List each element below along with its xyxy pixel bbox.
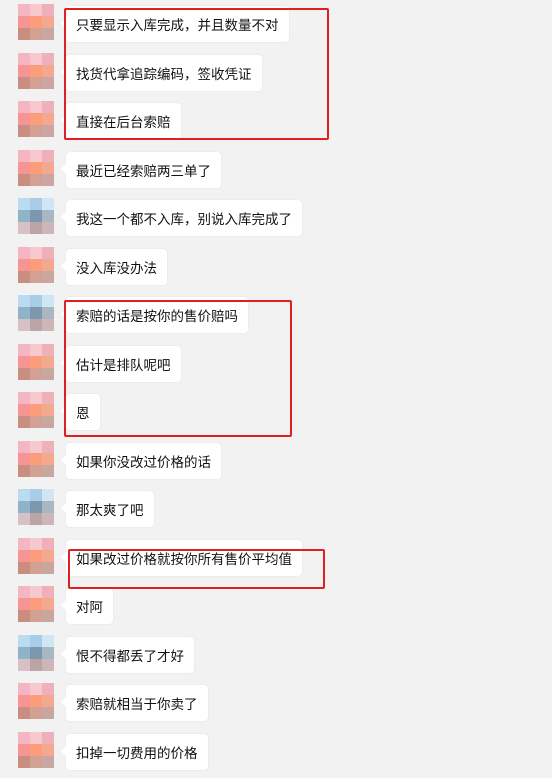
avatar[interactable] (18, 440, 54, 477)
avatar[interactable] (18, 4, 54, 40)
avatar[interactable] (18, 586, 54, 622)
message-bubble[interactable]: 恩 (61, 394, 100, 430)
message-row: 如果改过价格就按你所有售价平均值 (0, 536, 552, 584)
message-row: 恨不得都丢了才好 (0, 633, 552, 681)
message-bubble[interactable]: 那太爽了吧 (61, 491, 154, 527)
message-bubble[interactable]: 直接在后台索赔 (61, 103, 181, 139)
avatar[interactable] (18, 198, 54, 234)
avatar[interactable] (18, 101, 54, 137)
avatar[interactable] (18, 246, 54, 283)
avatar[interactable] (18, 149, 54, 186)
avatar[interactable] (18, 537, 54, 574)
message-row: 我这一个都不入库，别说入库完成了 (0, 196, 552, 244)
message-row: 找货代拿追踪编码，签收凭证 (0, 51, 552, 99)
message-row: 对阿 (0, 584, 552, 632)
avatar[interactable] (18, 489, 54, 525)
avatar[interactable] (18, 634, 54, 671)
chat-message-list[interactable]: 只要显示入库完成，并且数量不对 找货代拿追踪编码，签收凭证 直接在后台索赔最近已经索… (0, 0, 552, 771)
message-row: 恩 (0, 390, 552, 438)
message-bubble[interactable]: 索赔的话是按你的售价赔吗 (61, 297, 248, 333)
avatar[interactable] (18, 52, 54, 89)
message-bubble[interactable]: 索赔就相当于你卖了 (61, 685, 208, 721)
message-bubble[interactable]: 只要显示入库完成，并且数量不对 (61, 6, 289, 42)
message-bubble[interactable]: 恨不得都丢了才好 (61, 636, 194, 673)
avatar[interactable] (18, 731, 54, 768)
message-row: 估计是排队呢吧 (0, 342, 552, 390)
message-row: 没入库没办法 (0, 245, 552, 293)
message-row: 扣掉一切费用的价格 (0, 730, 552, 778)
avatar[interactable] (18, 683, 54, 719)
avatar[interactable] (18, 343, 54, 380)
message-bubble[interactable]: 找货代拿追踪编码，签收凭证 (61, 54, 262, 91)
message-row: 索赔就相当于你卖了 (0, 681, 552, 729)
message-row: 只要显示入库完成，并且数量不对 (0, 2, 552, 50)
message-bubble[interactable]: 估计是排队呢吧 (61, 345, 181, 382)
message-row: 最近已经索赔两三单了 (0, 148, 552, 196)
message-bubble[interactable]: 我这一个都不入库，别说入库完成了 (61, 200, 302, 236)
message-bubble[interactable]: 如果改过价格就按你所有售价平均值 (61, 539, 302, 576)
message-bubble[interactable]: 没入库没办法 (61, 248, 167, 285)
message-row: 索赔的话是按你的售价赔吗 (0, 293, 552, 341)
avatar[interactable] (18, 392, 54, 428)
message-bubble[interactable]: 如果你没改过价格的话 (61, 442, 221, 479)
avatar[interactable] (18, 295, 54, 331)
message-bubble[interactable]: 扣掉一切费用的价格 (61, 733, 208, 770)
message-bubble[interactable]: 对阿 (61, 588, 113, 624)
message-row: 如果你没改过价格的话 (0, 439, 552, 487)
message-row: 那太爽了吧 (0, 487, 552, 535)
message-row: 直接在后台索赔 (0, 99, 552, 147)
message-bubble[interactable]: 最近已经索赔两三单了 (61, 151, 221, 188)
